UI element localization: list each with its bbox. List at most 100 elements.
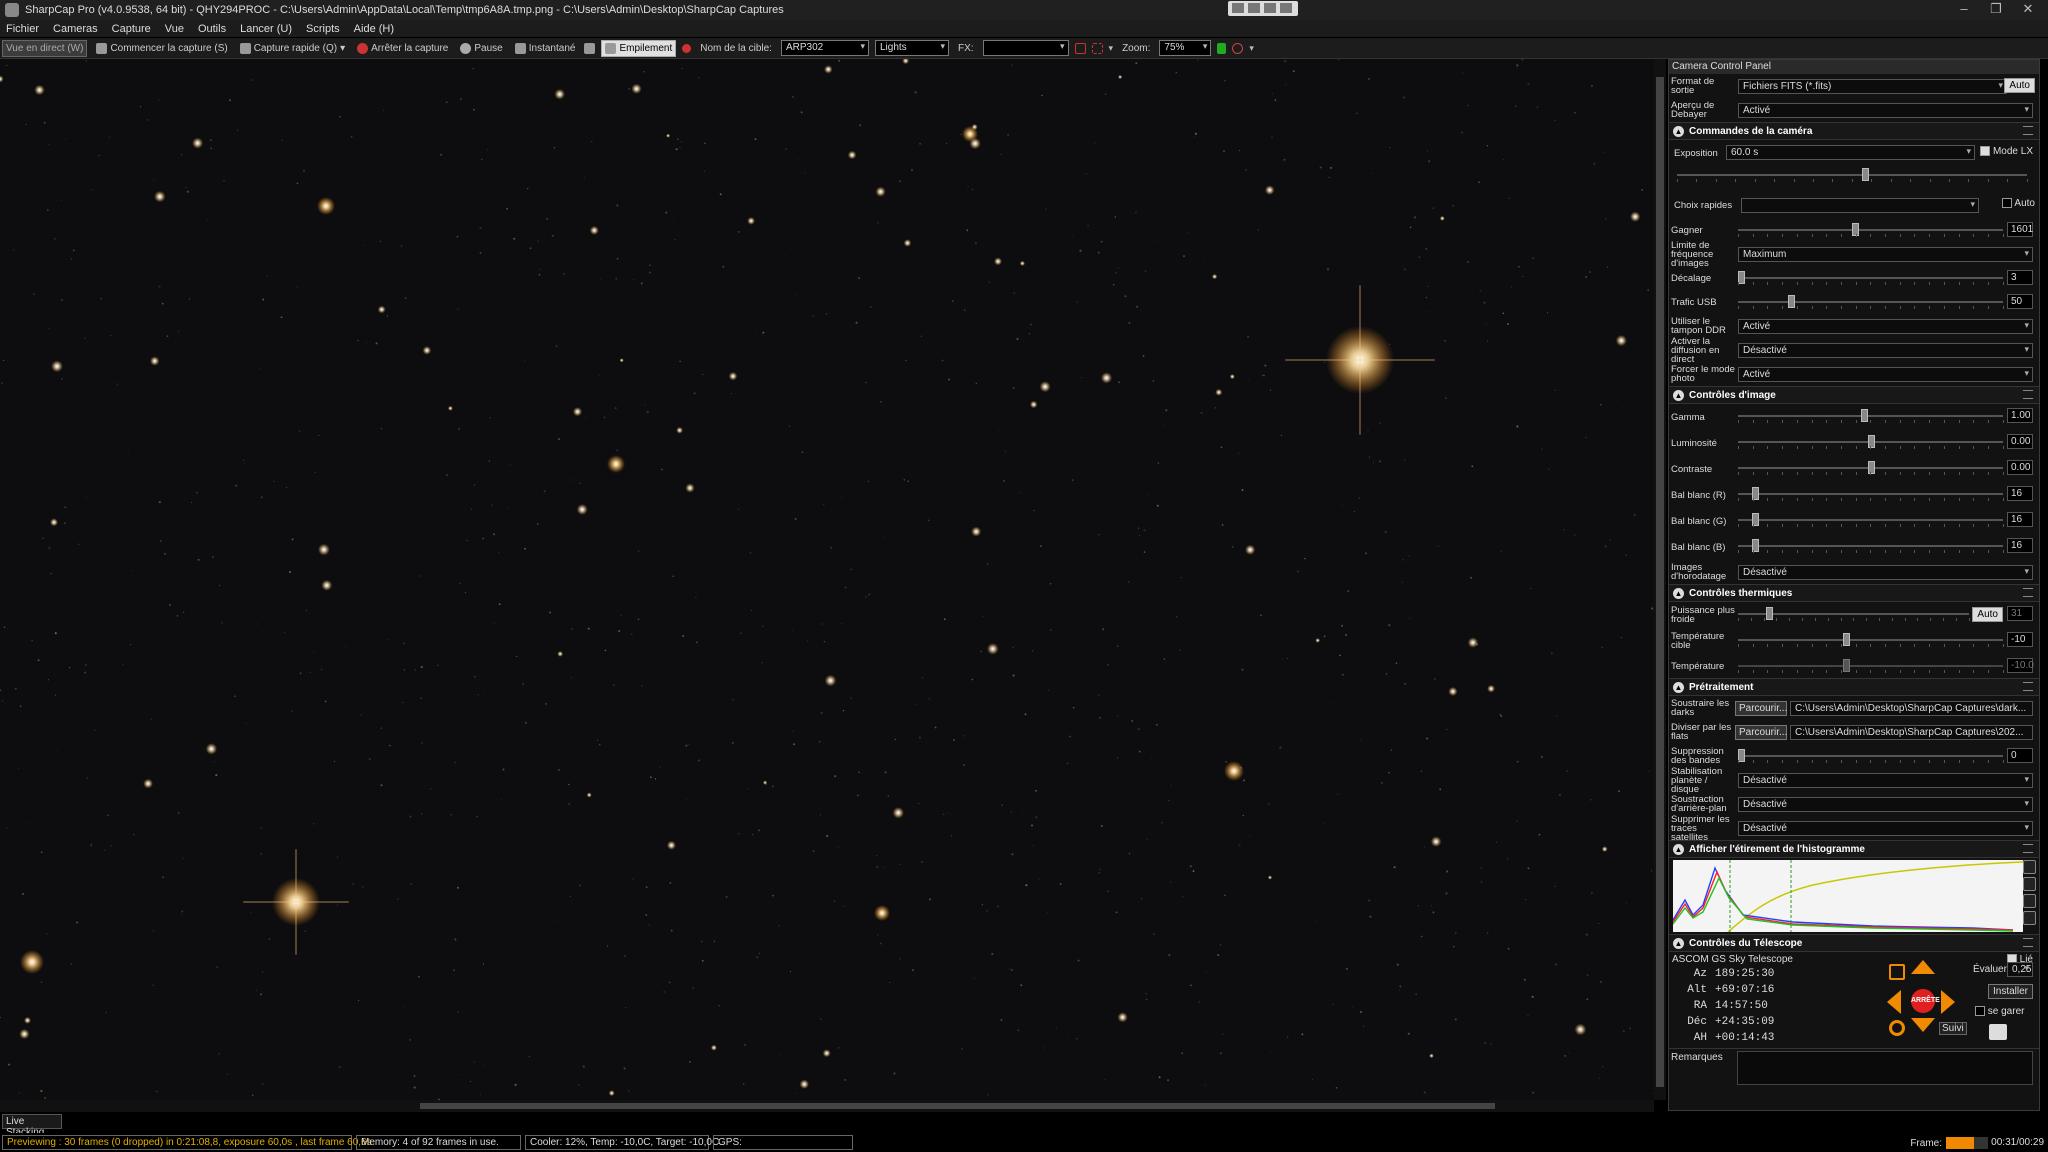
usb-traffic-slider-knob[interactable] <box>1788 295 1795 308</box>
menu-aide[interactable]: Aide (H) <box>354 23 394 35</box>
chevron-down-icon[interactable]: ▾ <box>340 43 345 54</box>
menu-vue[interactable]: Vue <box>165 23 184 35</box>
start-capture-button[interactable]: Commencer la capture (S) <box>93 40 230 57</box>
offset-slider[interactable] <box>1738 271 2004 285</box>
exposure-input[interactable]: 60.0 s <box>1726 145 1975 160</box>
live-stacking-tab[interactable]: Live Stacking <box>2 1114 62 1138</box>
slew-east-arrow[interactable] <box>1941 990 1955 1014</box>
stop-capture-button[interactable]: Arrêter la capture <box>354 40 451 57</box>
brightness-slider[interactable] <box>1738 435 2004 449</box>
tracking-button[interactable]: Suivi <box>1939 1022 1967 1035</box>
close-button[interactable]: ✕ <box>2012 0 2044 20</box>
zoom-select[interactable]: 75% <box>1159 40 1212 56</box>
histogram-chart[interactable] <box>1673 860 2023 932</box>
menu-icon[interactable] <box>2023 682 2033 691</box>
menu-icon[interactable] <box>2023 844 2033 853</box>
target-temp-slider[interactable] <box>1738 633 2004 647</box>
preprocessing-header[interactable]: ▲ Prétraitement <box>1669 678 2039 696</box>
brightness-value[interactable]: 0.00 <box>2007 434 2033 449</box>
menu-lancer[interactable]: Lancer (U) <box>240 23 292 35</box>
usb-traffic-slider[interactable] <box>1738 295 2004 309</box>
sync-icon[interactable] <box>1889 964 1905 980</box>
wb-blue-value[interactable]: 16 <box>2007 538 2033 553</box>
output-format-select[interactable]: Fichiers FITS (*.fits) <box>1738 78 2007 94</box>
menu-fichier[interactable]: Fichier <box>6 23 39 35</box>
quick-capture-button[interactable]: Capture rapide (Q) ▾ <box>237 40 348 57</box>
menu-cameras[interactable]: Cameras <box>53 23 98 35</box>
thermal-controls-header[interactable]: ▲ Contrôles thermiques <box>1669 584 2039 602</box>
histogram-icon[interactable] <box>1217 42 1227 54</box>
live-view-button[interactable]: Vue en direct (W) <box>2 39 88 57</box>
gamma-slider[interactable] <box>1738 409 2004 423</box>
brightness-slider-knob[interactable] <box>1868 435 1875 448</box>
menu-icon[interactable] <box>2023 390 2033 399</box>
live-preview-image[interactable] <box>0 59 1654 1100</box>
exposure-slider-knob[interactable] <box>1862 168 1869 181</box>
wb-green-value[interactable]: 16 <box>2007 512 2033 527</box>
fx-select[interactable] <box>982 40 1069 56</box>
usb-traffic-value[interactable]: 50 <box>2007 294 2033 309</box>
menu-icon[interactable] <box>2023 126 2033 135</box>
flat-browse-button[interactable]: Parcourir... <box>1735 724 1787 740</box>
slew-north-arrow[interactable] <box>1911 960 1935 974</box>
crosshair-icon[interactable] <box>1989 1024 2007 1040</box>
gamma-slider-knob[interactable] <box>1861 409 1868 422</box>
vertical-scroll-thumb[interactable] <box>1656 77 1664 1087</box>
magnifier-icon[interactable] <box>1232 42 1244 54</box>
target-temp-value[interactable]: -10 <box>2007 632 2033 647</box>
target-temp-slider-knob[interactable] <box>1843 633 1850 646</box>
save-icon[interactable] <box>2023 894 2036 908</box>
banding-slider[interactable] <box>1738 749 2004 763</box>
wb-red-value[interactable]: 16 <box>2007 486 2033 501</box>
satellite-select[interactable]: Désactivé <box>1738 820 2033 836</box>
background-select[interactable]: Désactivé <box>1738 796 2033 812</box>
menu-scripts[interactable]: Scripts <box>306 23 340 35</box>
debayer-select[interactable]: Activé <box>1738 102 2033 118</box>
gamma-value[interactable]: 1.00 <box>2007 408 2033 423</box>
cooler-power-slider-knob[interactable] <box>1766 607 1773 620</box>
offset-value[interactable]: 3 <box>2007 270 2033 285</box>
gain-value[interactable]: 1601 <box>2007 222 2033 237</box>
offset-slider-knob[interactable] <box>1738 271 1745 284</box>
contrast-slider[interactable] <box>1738 461 2004 475</box>
quick-pick-auto-checkbox[interactable]: Auto <box>2002 198 2035 209</box>
frame-type-select[interactable]: Lights <box>874 40 949 56</box>
output-auto-button[interactable]: Auto <box>2004 78 2035 93</box>
slew-west-arrow[interactable] <box>1887 990 1901 1014</box>
home-icon[interactable] <box>1889 1020 1905 1036</box>
notes-input[interactable] <box>1737 1051 2033 1085</box>
menu-outils[interactable]: Outils <box>198 23 226 35</box>
contrast-value[interactable]: 0.00 <box>2007 460 2033 475</box>
park-checkbox[interactable]: se garer <box>1975 1006 2024 1017</box>
pause-button[interactable]: Pause <box>457 40 505 57</box>
timestamp-select[interactable]: Désactivé <box>1738 564 2033 580</box>
ddr-buffer-select[interactable]: Activé <box>1738 318 2033 334</box>
menu-capture[interactable]: Capture <box>112 23 151 35</box>
gain-slider[interactable] <box>1738 223 2004 237</box>
wb-green-slider[interactable] <box>1738 513 2004 527</box>
telescope-controls-header[interactable]: ▲ Contrôles du Télescope <box>1669 934 2039 952</box>
zoom-icon[interactable] <box>2023 860 2036 874</box>
grid-icon[interactable] <box>1091 42 1103 54</box>
chevron-down-icon[interactable]: ▾ <box>1249 43 1254 54</box>
menu-icon[interactable] <box>2023 938 2033 947</box>
horizontal-scrollbar[interactable] <box>0 1100 1654 1112</box>
lx-mode-checkbox[interactable]: Mode LX <box>1980 146 2033 157</box>
horizontal-scroll-thumb[interactable] <box>420 1103 1495 1109</box>
chevron-down-icon[interactable]: ▾ <box>1109 43 1114 54</box>
live-stream-select[interactable]: Désactivé <box>1738 342 2033 358</box>
image-controls-header[interactable]: ▲ Contrôles d'image <box>1669 386 2039 404</box>
roi-icon[interactable] <box>1074 42 1086 54</box>
banding-slider-knob[interactable] <box>1738 749 1745 762</box>
stacking-button[interactable]: Empilement <box>601 39 677 57</box>
rate-select[interactable]: 0,25 <box>2007 962 2033 977</box>
exposure-slider[interactable] <box>1677 168 2028 182</box>
dark-path-select[interactable]: C:\Users\Admin\Desktop\SharpCap Captures… <box>1790 700 2033 716</box>
stop-slew-button[interactable]: ARRÊTE <box>1911 989 1940 1013</box>
remote-toolbar[interactable] <box>1228 1 1298 16</box>
flat-path-select[interactable]: C:\Users\Admin\Desktop\SharpCap Captures… <box>1790 724 2033 740</box>
histogram-header[interactable]: ▲ Afficher l'étirement de l'histogramme <box>1669 840 2039 858</box>
quick-pick-select[interactable] <box>1741 197 1979 213</box>
stabilization-select[interactable]: Désactivé <box>1738 772 2033 788</box>
restore-button[interactable]: ❐ <box>1980 0 2012 20</box>
